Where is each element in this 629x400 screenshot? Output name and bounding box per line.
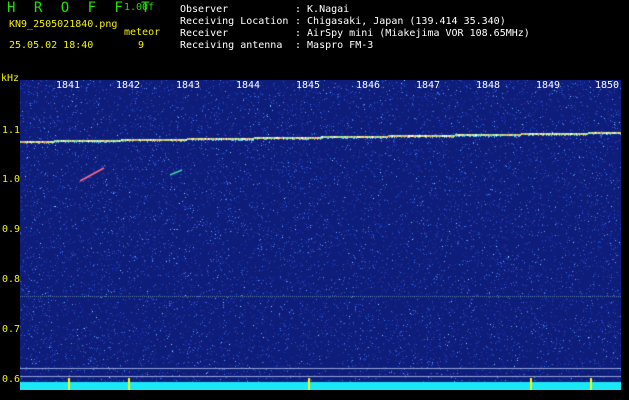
y-tick-label: 0.6 bbox=[2, 374, 21, 385]
info-label: Observer bbox=[180, 4, 229, 15]
y-tick-label: 0.9 bbox=[2, 224, 21, 235]
hroft-spectrogram-screen: H R O F F T 1.00f KN9_2505021840.png 25.… bbox=[0, 0, 629, 400]
meteor-count-value: 9 bbox=[138, 40, 145, 51]
y-tick-label: 0.7 bbox=[2, 324, 21, 335]
info-value: : Chigasaki, Japan (139.414 35.340) bbox=[295, 16, 506, 27]
x-tick-label: 1847 bbox=[416, 80, 441, 91]
info-value: : AirSpy mini (Miakejima VOR 108.65MHz) bbox=[295, 28, 530, 39]
info-row-location: Receiving Location : Chigasaki, Japan (13… bbox=[180, 16, 506, 27]
x-tick-label: 1848 bbox=[476, 80, 501, 91]
x-tick-label: 1849 bbox=[536, 80, 561, 91]
info-label: Receiver bbox=[180, 28, 229, 39]
x-tick-label: 1842 bbox=[116, 80, 141, 91]
x-tick-label: 1843 bbox=[176, 80, 201, 91]
info-row-observer: Observer : K.Nagai bbox=[180, 4, 349, 15]
x-tick-label: 1841 bbox=[56, 80, 81, 91]
y-tick-label: 0.8 bbox=[2, 274, 21, 285]
capture-timestamp: 25.05.02 18:40 bbox=[9, 40, 94, 51]
spectrogram-canvas bbox=[20, 80, 621, 390]
image-filename: KN9_2505021840.png bbox=[9, 19, 118, 30]
x-tick-label: 1844 bbox=[236, 80, 261, 91]
meteor-count-label: meteor bbox=[124, 27, 161, 38]
info-label: Receiving antenna bbox=[180, 40, 283, 51]
info-label: Receiving Location bbox=[180, 16, 289, 27]
info-value: : K.Nagai bbox=[295, 4, 350, 15]
x-tick-label: 1850 bbox=[595, 80, 620, 91]
x-tick-label: 1845 bbox=[296, 80, 321, 91]
app-version: 1.00f bbox=[124, 2, 155, 13]
info-row-antenna: Receiving antenna : Maspro FM-3 bbox=[180, 40, 373, 51]
y-tick-label: 1.1 bbox=[2, 125, 21, 136]
x-tick-label: 1846 bbox=[356, 80, 381, 91]
y-tick-label: 1.0 bbox=[2, 174, 21, 185]
info-row-receiver: Receiver : AirSpy mini (Miakejima VOR 108… bbox=[180, 28, 530, 39]
info-value: : Maspro FM-3 bbox=[295, 40, 374, 51]
y-axis-unit: kHz bbox=[1, 73, 20, 84]
